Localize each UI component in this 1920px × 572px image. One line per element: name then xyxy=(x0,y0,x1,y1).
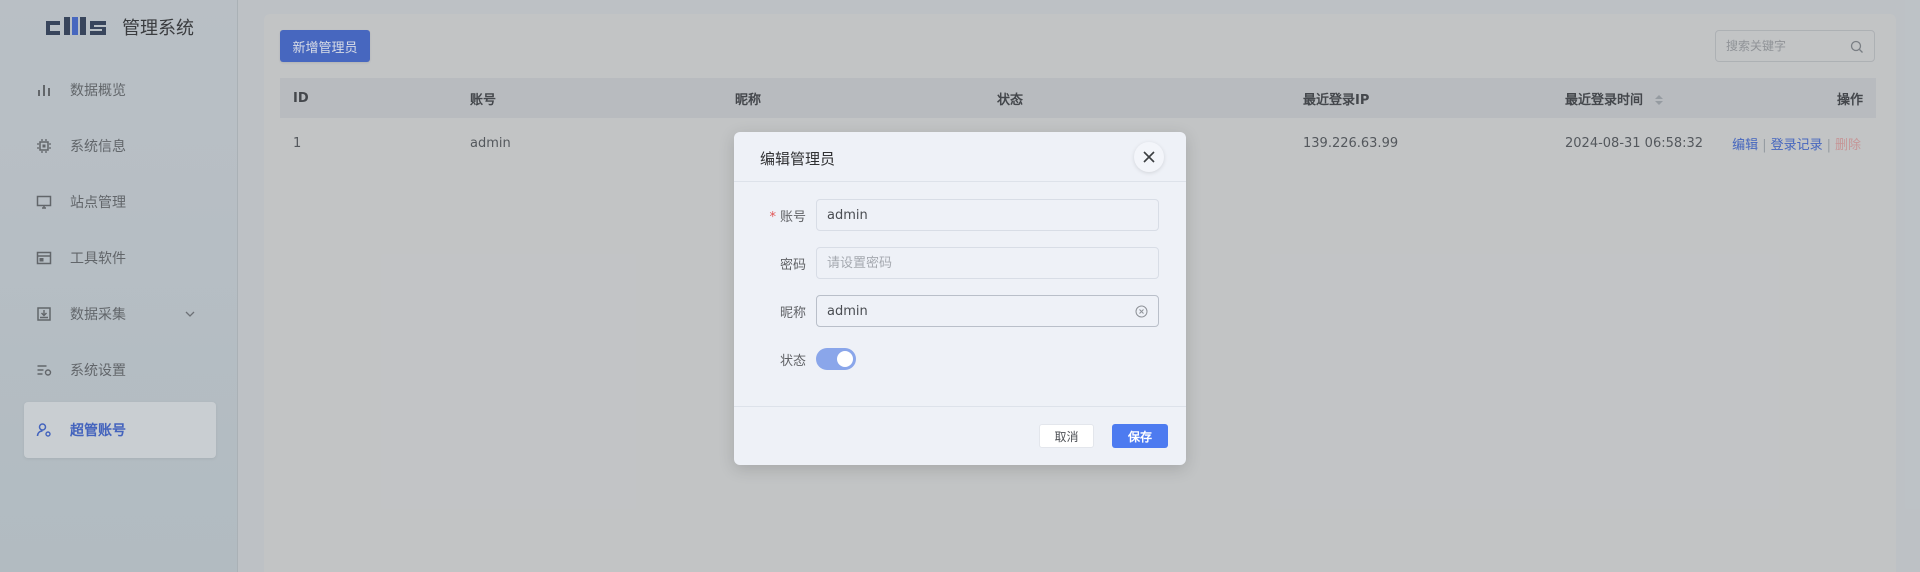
switch-knob xyxy=(837,351,853,367)
password-input[interactable] xyxy=(816,247,1159,279)
cancel-button[interactable]: 取消 xyxy=(1039,424,1094,448)
nickname-input[interactable] xyxy=(816,295,1159,327)
app-root: 管理系统 数据概览 系统信息 站点管理 工具软件 数据采集 系统设置 超管账号 … xyxy=(0,0,1920,572)
form-row-nickname: 昵称 xyxy=(734,295,1186,327)
save-button[interactable]: 保存 xyxy=(1112,424,1168,448)
nickname-label: 昵称 xyxy=(779,305,806,321)
form-row-account: * 账号 xyxy=(734,199,1186,231)
account-label: * 账号 xyxy=(769,206,806,225)
dialog-footer-divider xyxy=(734,406,1186,407)
status-switch[interactable] xyxy=(816,348,856,370)
close-icon xyxy=(1143,151,1155,163)
edit-admin-dialog: 编辑管理员 *账号 密码 昵称 状态 取消 保存 xyxy=(734,132,1186,465)
required-mark: * xyxy=(769,209,776,225)
account-input[interactable] xyxy=(816,199,1159,231)
form-row-password: 密码 xyxy=(734,247,1186,279)
clear-input-icon[interactable] xyxy=(1135,305,1148,318)
account-label-text: 账号 xyxy=(779,209,806,225)
status-label: 状态 xyxy=(779,353,806,369)
dialog-title: 编辑管理员 xyxy=(760,150,836,168)
close-button[interactable] xyxy=(1134,142,1164,172)
form-row-status: 状态 xyxy=(734,343,1186,375)
password-label: 密码 xyxy=(779,257,806,273)
dialog-divider xyxy=(734,181,1186,182)
